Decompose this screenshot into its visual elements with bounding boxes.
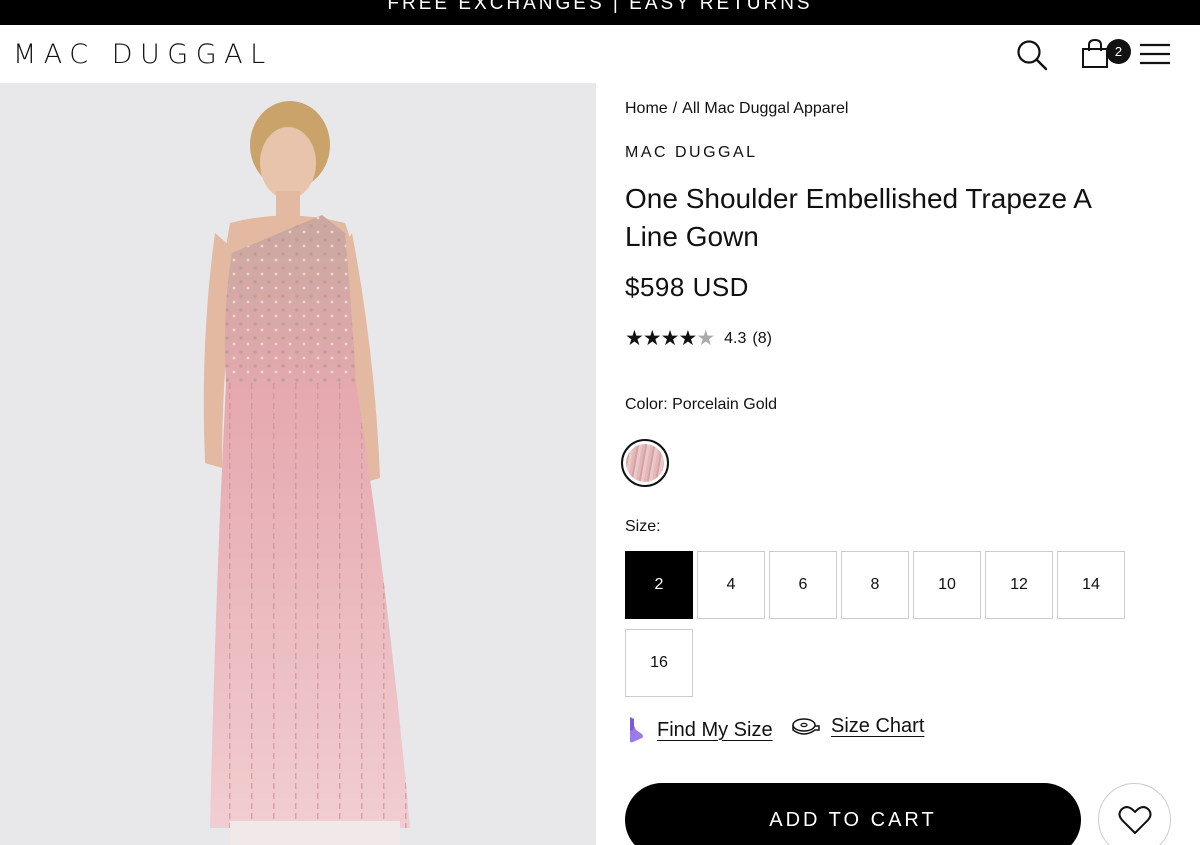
breadcrumb-home-link[interactable]: Home xyxy=(625,100,668,117)
hamburger-menu-icon xyxy=(1140,43,1170,65)
promo-text: FREE EXCHANGES | EASY RETURNS xyxy=(387,0,813,14)
size-option[interactable]: 16 xyxy=(625,629,693,697)
breadcrumb: Home / All Mac Duggal Apparel xyxy=(625,100,848,118)
color-swatch-fill xyxy=(626,444,664,482)
find-my-size-icon xyxy=(630,717,643,743)
size-option[interactable]: 12 xyxy=(985,551,1053,619)
brand-logo[interactable]: MAC DUGGAL xyxy=(13,39,273,70)
review-count[interactable]: (8) xyxy=(752,330,772,348)
size-help-links: Find My Size Size Chart xyxy=(625,715,1165,745)
product-image[interactable] xyxy=(0,83,596,845)
size-chart-link[interactable]: Size Chart xyxy=(791,715,924,738)
cart-count-badge: 2 xyxy=(1106,39,1131,64)
search-icon xyxy=(1017,40,1048,71)
cart-button[interactable]: 2 xyxy=(1078,35,1134,73)
add-to-cart-button[interactable]: ADD TO CART xyxy=(625,783,1081,845)
color-swatch-porcelain-gold[interactable] xyxy=(621,439,669,487)
rating-stars-empty: ★ xyxy=(696,327,715,350)
rating-value: 4.3 xyxy=(724,329,747,347)
size-label: Size: xyxy=(625,518,661,535)
size-option[interactable]: 4 xyxy=(697,551,765,619)
search-button[interactable] xyxy=(1014,37,1050,73)
menu-button[interactable] xyxy=(1138,39,1172,69)
size-option[interactable]: 6 xyxy=(769,551,837,619)
size-option[interactable]: 14 xyxy=(1057,551,1125,619)
product-price: $598 USD xyxy=(625,272,749,302)
site-header: MAC DUGGAL 2 xyxy=(0,25,1200,83)
measuring-tape-icon xyxy=(792,717,820,735)
wishlist-button[interactable] xyxy=(1098,783,1171,845)
product-title: One Shoulder Embellished Trapeze A Line … xyxy=(625,183,1091,252)
breadcrumb-separator: / xyxy=(672,100,678,117)
find-my-size-label: Find My Size xyxy=(657,718,773,741)
size-chart-label: Size Chart xyxy=(831,715,925,737)
product-brand[interactable]: MAC DUGGAL xyxy=(625,144,758,162)
size-option[interactable]: 10 xyxy=(913,551,981,619)
rating-stars-filled: ★★★★ xyxy=(625,327,697,350)
breadcrumb-category-link[interactable]: All Mac Duggal Apparel xyxy=(682,100,848,117)
product-rating[interactable]: ★★★★★ 4.3 (8) xyxy=(625,326,772,351)
dress-model-illustration xyxy=(203,101,410,845)
heart-icon xyxy=(1118,805,1151,834)
rating-stars-icon: ★★★★★ xyxy=(625,326,715,351)
promo-bar: FREE EXCHANGES | EASY RETURNS xyxy=(0,0,1200,25)
find-my-size-link[interactable]: Find My Size xyxy=(625,715,773,745)
size-option[interactable]: 2 xyxy=(625,551,693,619)
color-label: Color: Porcelain Gold xyxy=(625,396,778,413)
size-option[interactable]: 8 xyxy=(841,551,909,619)
